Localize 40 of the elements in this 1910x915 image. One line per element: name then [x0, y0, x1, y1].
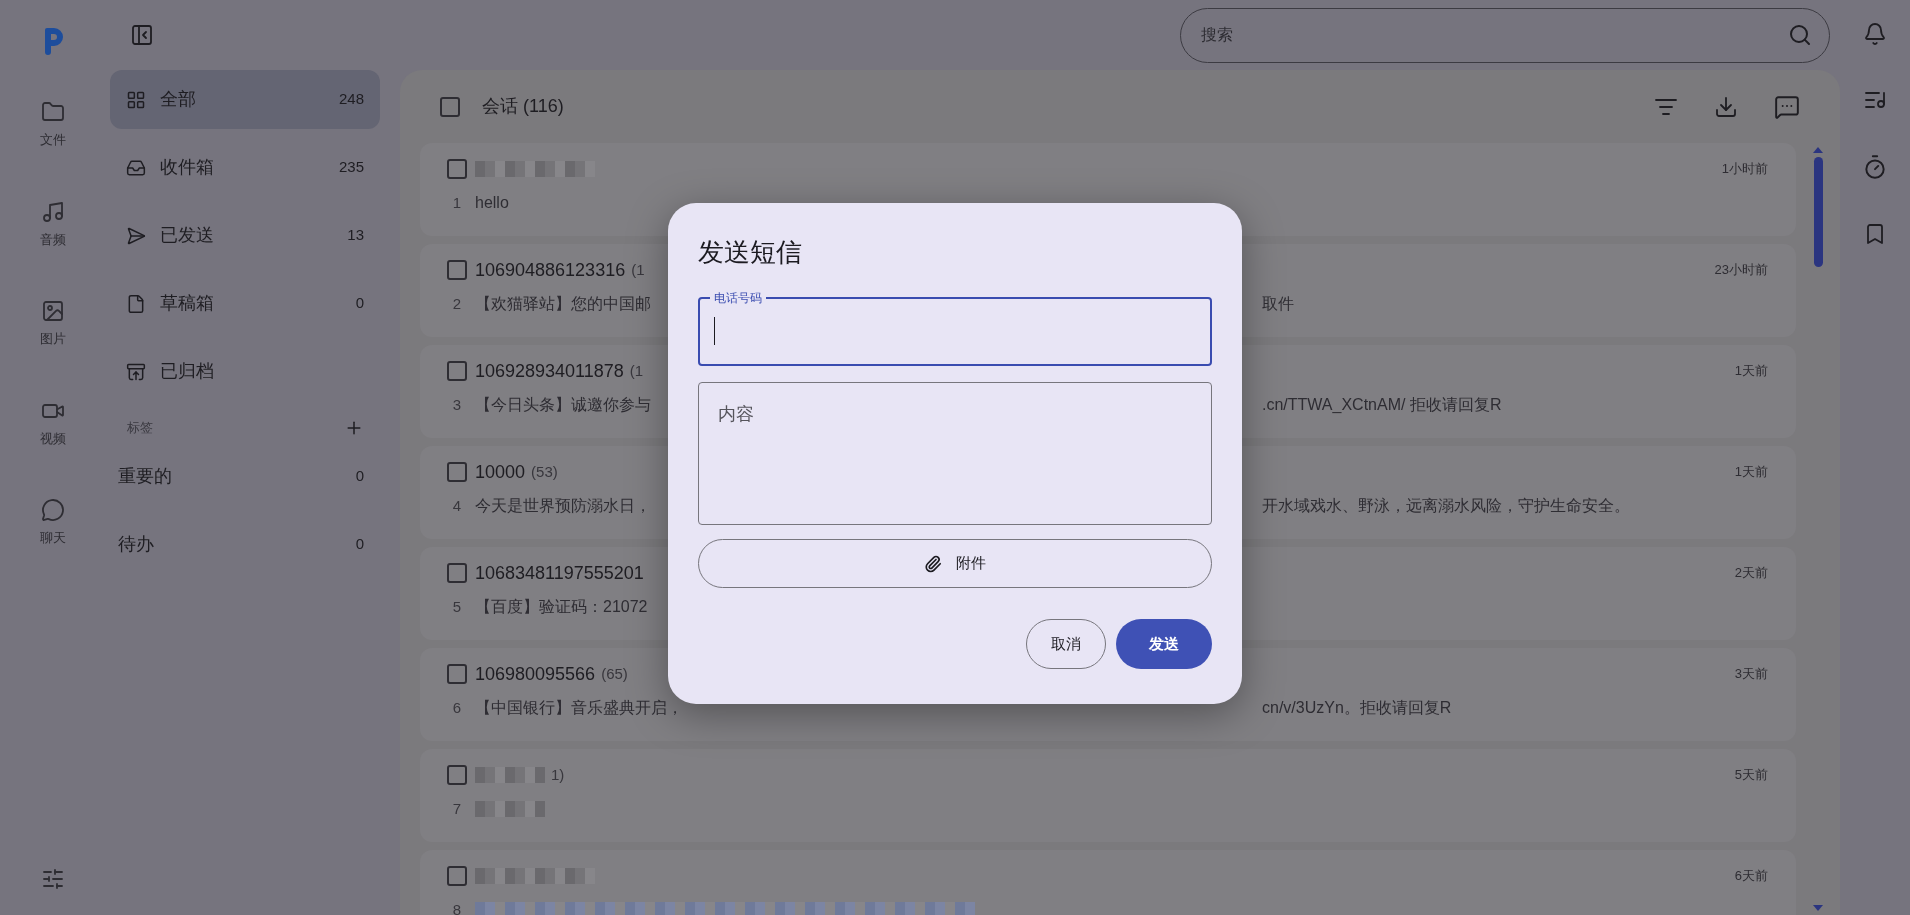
- message-preview: 取件: [1262, 294, 1294, 314]
- message-preview: cn/v/3UzYn。拒收请回复R: [1262, 698, 1452, 718]
- timestamp: 3天前: [1734, 665, 1768, 684]
- timestamp: 5天前: [1734, 766, 1768, 785]
- message-preview: 【百度】验证码：21072: [475, 597, 648, 617]
- message-preview: 今天是世界预防溺水日，: [475, 496, 651, 516]
- timestamp: 23小时前: [1714, 261, 1768, 280]
- timestamp: 1小时前: [1721, 160, 1768, 179]
- sender-number: 106904886123316: [475, 258, 626, 282]
- message-count: (1: [629, 360, 644, 381]
- row-number: 8: [451, 899, 463, 915]
- row-number: 7: [451, 798, 463, 819]
- timestamp: 2天前: [1734, 564, 1768, 583]
- field-label: 电话号码: [713, 290, 763, 306]
- dialog-title: 发送短信: [698, 236, 803, 269]
- message-preview: 【中国银行】音乐盛典开启，: [475, 698, 683, 718]
- list-title: 会话 (116): [482, 95, 564, 118]
- section-label: 标签: [127, 419, 153, 438]
- message-count: (1: [631, 259, 645, 280]
- message-preview: hello: [475, 193, 509, 213]
- timestamp: 1天前: [1734, 463, 1768, 482]
- sender-number: 10683481197555201: [475, 561, 644, 585]
- timestamp: 1天前: [1734, 362, 1768, 381]
- row-number: 2: [451, 293, 463, 314]
- timestamp: 6天前: [1734, 867, 1768, 886]
- message-count: (65): [601, 663, 628, 684]
- message-preview: .cn/TTWA_XCtnAM/ 拒收请回复R: [1262, 395, 1502, 415]
- sender-number: 106980095566: [475, 662, 596, 686]
- message-preview: 【欢猫驿站】您的中国邮: [475, 294, 651, 314]
- message-count: (53): [531, 461, 558, 482]
- row-number: 3: [451, 394, 463, 415]
- row-number: 6: [451, 697, 463, 718]
- row-number: 1: [451, 192, 463, 213]
- row-number: 4: [451, 495, 463, 516]
- row-number: 5: [451, 596, 463, 617]
- sender-number: 10000: [475, 460, 526, 484]
- message-count: 1): [551, 764, 565, 785]
- message-preview: 开水域戏水、野泳，远离溺水风险，守护生命安全。: [1262, 496, 1630, 516]
- message-preview: 【今日头条】诚邀你参与: [475, 395, 651, 415]
- sender-number: 106928934011878: [475, 359, 624, 383]
